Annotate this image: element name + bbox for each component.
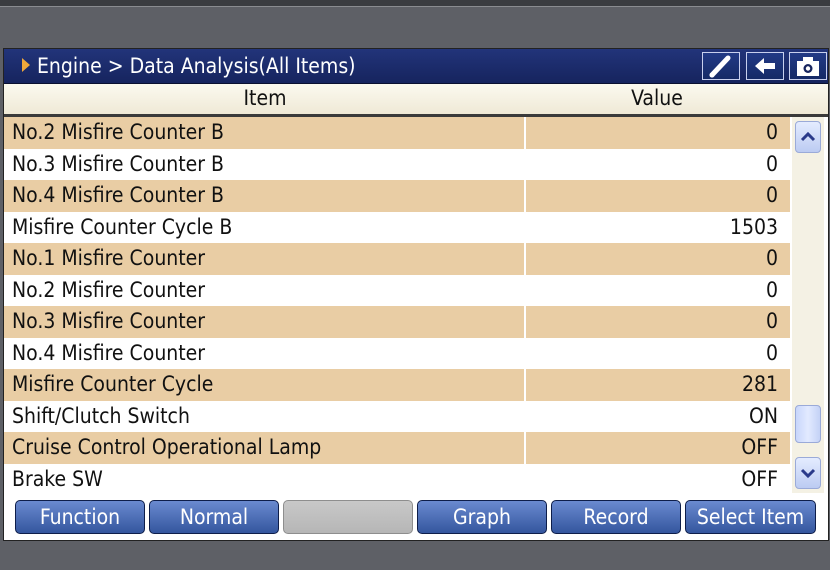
table-row[interactable]: Misfire Counter Cycle 281 [4,369,790,401]
function-button[interactable]: Function [15,500,145,534]
row-value: 0 [765,120,778,144]
scroll-thumb[interactable] [795,405,821,443]
row-item-label: No.2 Misfire Counter B [12,120,225,144]
row-item-label: Brake SW [12,466,103,491]
select-item-button[interactable]: Select Item [685,500,816,534]
row-value: OFF [741,466,778,491]
table-row[interactable]: No.3 Misfire Counter 0 [4,306,790,338]
row-item-label: No.2 Misfire Counter [12,277,206,302]
table-header: Item Value [4,84,828,117]
row-item-label: No.3 Misfire Counter [12,309,206,333]
table-row[interactable]: No.1 Misfire Counter 0 [4,243,790,275]
row-value: 281 [741,372,778,396]
table-row[interactable]: Shift/Clutch Switch ON [4,400,790,432]
camera-button[interactable] [789,52,827,80]
table-row[interactable]: No.4 Misfire Counter B 0 [4,180,790,212]
row-value: 0 [765,246,778,270]
row-value: 0 [765,309,778,333]
scroll-up-button[interactable] [795,121,821,153]
table-row[interactable]: Misfire Counter Cycle B 1503 [4,211,790,243]
brush-button[interactable] [702,52,740,80]
vertical-scrollbar[interactable] [792,117,824,493]
row-value: 0 [765,277,778,302]
data-table: No.2 Misfire Counter B 0 No.3 Misfire Co… [4,117,790,493]
table-row[interactable]: No.2 Misfire Counter 0 [4,274,790,306]
table-row[interactable]: No.3 Misfire Counter B 0 [4,148,790,180]
graph-button[interactable]: Graph [417,500,547,534]
back-button[interactable] [746,52,784,80]
breadcrumb: Engine > Data Analysis(All Items) [37,54,356,78]
table-row[interactable]: No.4 Misfire Counter 0 [4,337,790,369]
row-item-label: Misfire Counter Cycle [12,372,214,396]
table-row[interactable]: Brake SW OFF [4,463,790,493]
brush-icon [709,55,731,78]
scroll-down-button[interactable] [795,457,821,489]
row-item-label: No.1 Misfire Counter [12,246,206,270]
chevron-down-icon [800,468,816,479]
row-value: ON [749,403,778,428]
row-item-label: No.4 Misfire Counter B [12,183,225,207]
row-value: OFF [741,435,778,459]
table-row[interactable]: No.2 Misfire Counter B 0 [4,117,790,149]
column-header-value: Value [631,86,683,110]
row-value: 1503 [729,214,778,239]
column-header-item: Item [243,86,287,110]
table-row[interactable]: Cruise Control Operational Lamp OFF [4,432,790,464]
row-value: 0 [765,340,778,365]
function-button-bar: Function Normal Graph Record Select Item [4,495,828,540]
chevron-up-icon [800,131,816,142]
top-strip [0,0,830,7]
title-bar: Engine > Data Analysis(All Items) [4,49,828,84]
row-item-label: Shift/Clutch Switch [12,403,190,428]
row-value: 0 [765,183,778,207]
record-button[interactable]: Record [551,500,681,534]
row-item-label: No.4 Misfire Counter [12,340,206,365]
row-value: 0 [765,151,778,176]
row-item-label: Cruise Control Operational Lamp [12,435,322,459]
camera-icon [797,57,819,76]
row-item-label: Misfire Counter Cycle B [12,214,233,239]
normal-button[interactable]: Normal [149,500,279,534]
breadcrumb-arrow-icon [22,58,30,72]
data-analysis-panel: Engine > Data Analysis(All Items) Item V… [3,48,829,541]
back-arrow-icon [755,58,775,74]
blank-button [283,500,413,534]
row-item-label: No.3 Misfire Counter B [12,151,225,176]
